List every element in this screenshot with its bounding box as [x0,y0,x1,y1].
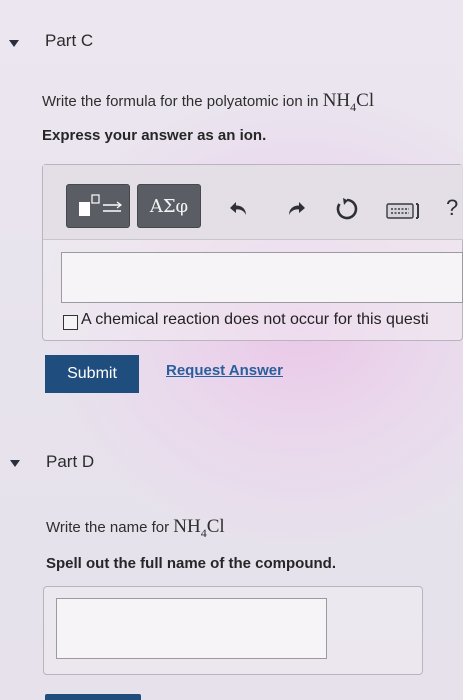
part-d-instruction: Spell out the full name of the compound. [46,555,336,572]
collapse-caret-icon[interactable] [10,460,20,467]
part-d-title[interactable]: Part D [46,452,94,472]
redo-button[interactable] [283,198,307,220]
part-c-prompt: Write the formula for the polyatomic ion… [42,90,374,115]
request-answer-link[interactable]: Request Answer [166,362,283,379]
part-c-formula: NH4Cl [322,90,375,114]
undo-button[interactable] [228,198,252,220]
template-button[interactable] [66,184,130,228]
reset-button[interactable] [334,196,360,222]
redo-icon [289,202,305,215]
part-c-prompt-text: Write the formula for the polyatomic ion… [42,93,319,110]
submit-button[interactable]: Submit [45,355,139,393]
part-d-prompt: Write the name for NH4Cl [46,516,225,541]
reset-icon [336,198,358,220]
part-c-instruction: Express your answer as an ion. [42,127,267,144]
no-reaction-checkbox[interactable] [63,315,78,330]
part-c-title[interactable]: Part C [45,31,93,51]
part-d-formula: NH4Cl [173,516,225,540]
keyboard-button[interactable] [386,201,422,221]
greek-letters-button[interactable]: ΑΣφ [137,184,201,228]
part-d-prompt-text: Write the name for [46,519,170,536]
template-icon [79,194,122,216]
part-d-submit-button[interactable] [45,694,141,700]
help-icon[interactable]: ? [446,195,458,221]
part-d-answer-input[interactable] [56,598,327,659]
no-reaction-label: A chemical reaction does not occur for t… [81,311,429,328]
undo-icon [230,202,246,215]
keyboard-icon [386,203,419,219]
collapse-caret-icon[interactable] [9,40,19,47]
part-c-answer-input[interactable] [61,252,463,303]
